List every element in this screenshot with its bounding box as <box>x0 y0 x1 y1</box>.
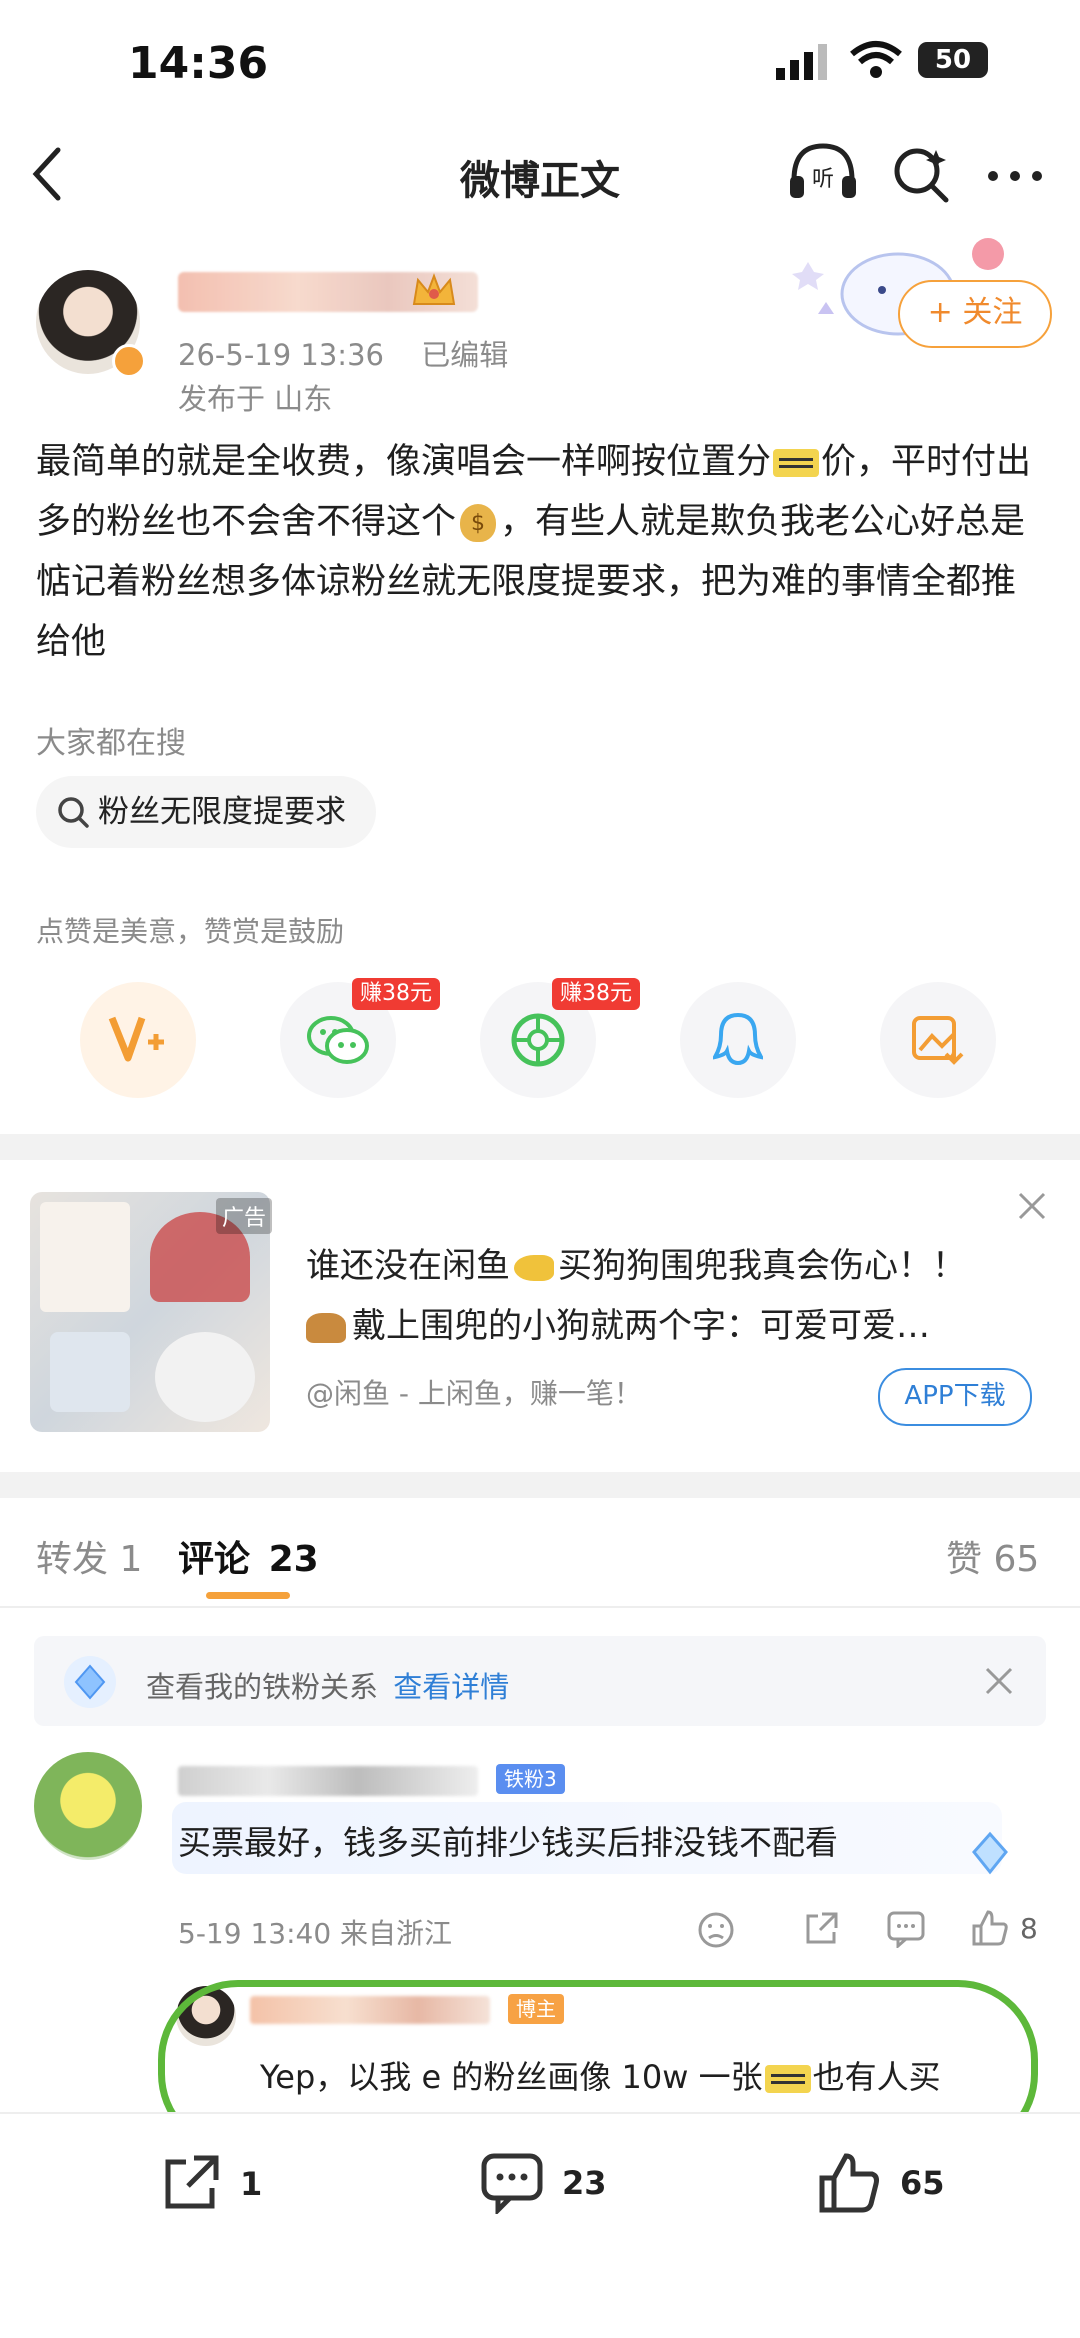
reward-label: 点赞是美意，赞赏是鼓励 <box>36 915 345 948</box>
fan-relation-text: 查看我的铁粉关系 查看详情 <box>146 1664 509 1706</box>
sparkle-diamond-icon <box>960 1828 1020 1882</box>
comment-icon <box>481 2153 543 2214</box>
trending-search-chip[interactable]: 粉丝无限度提要求 <box>36 776 376 848</box>
commenter-name-redacted[interactable] <box>178 1766 478 1796</box>
moments-icon <box>511 1013 565 1067</box>
comment-share-icon[interactable] <box>802 1910 840 1952</box>
money-bag-emoji-icon: $ <box>460 504 497 542</box>
fish-emoji-icon <box>514 1254 554 1281</box>
ad-headline-2-text: 戴上围兜的小狗就两个字：可爱可爱… <box>352 1306 930 1346</box>
post-location: 发布于 山东 <box>178 382 333 416</box>
listen-button[interactable]: 听 <box>786 140 860 208</box>
ad-headline-2[interactable]: 戴上围兜的小狗就两个字：可爱可爱… <box>306 1298 930 1347</box>
fan-relation-link[interactable]: 查看详情 <box>393 1670 509 1704</box>
commenter-avatar[interactable] <box>34 1752 142 1860</box>
tab-comments[interactable]: 评论 23 <box>178 1530 319 1582</box>
trending-label: 大家都在搜 <box>36 726 186 761</box>
comment-text: 买票最好，钱多买前排少钱买后排没钱不配看 <box>178 1823 838 1862</box>
image-download-icon <box>912 1016 964 1065</box>
tab-comments-count: 23 <box>268 1539 319 1580</box>
wifi-icon <box>850 40 902 84</box>
bottom-action-bar <box>0 2112 1080 2338</box>
tabs-divider <box>0 1606 1080 1608</box>
dog-emoji-icon <box>306 1312 346 1343</box>
fan-relation-label: 查看我的铁粉关系 <box>146 1670 379 1704</box>
ad-headline-1b: 买狗狗围兜我真会伤心！！ <box>558 1246 966 1286</box>
post-meta: 26-5-19 13:36 已编辑 <box>178 332 508 374</box>
wechat-icon <box>307 1016 369 1064</box>
bottom-repost-button[interactable]: 1 <box>158 2152 262 2216</box>
search-icon[interactable] <box>892 146 950 208</box>
vplus-icon <box>108 1016 164 1062</box>
qq-icon <box>713 1012 763 1066</box>
tab-repost[interactable]: 转发 1 <box>36 1530 142 1582</box>
trending-chip-label: 粉丝无限度提要求 <box>98 794 346 830</box>
earn-badge-wechat: 赚38元 <box>352 978 440 1010</box>
bottom-like-button[interactable]: 65 <box>816 2150 945 2216</box>
fan-bar-close-icon[interactable] <box>984 1666 1014 1700</box>
diamond-icon <box>60 1652 120 1716</box>
save-image-button[interactable] <box>880 982 996 1098</box>
bottom-like-count: 65 <box>900 2164 945 2202</box>
tab-comments-label: 评论 <box>178 1539 251 1580</box>
battery-level: 50 <box>934 45 972 75</box>
ad-source: @闲鱼 - 上闲鱼，赚一笔！ <box>306 1377 642 1410</box>
edited-label: 已编辑 <box>421 338 509 372</box>
more-icon[interactable] <box>986 168 1044 187</box>
tab-indicator <box>206 1592 290 1599</box>
search-icon <box>58 797 89 828</box>
crown-icon <box>410 272 458 316</box>
bottom-comment-count: 23 <box>562 2164 607 2202</box>
share-icon <box>165 2155 219 2209</box>
tab-likes[interactable]: 赞 65 <box>946 1530 1039 1582</box>
post-timestamp: 26-5-19 13:36 <box>178 338 384 372</box>
reward-button[interactable] <box>80 982 196 1098</box>
ad-close-icon[interactable] <box>1016 1190 1048 1226</box>
app-download-button[interactable]: APP下载 <box>878 1368 1032 1426</box>
bottom-comment-button[interactable]: 23 <box>480 2152 607 2214</box>
post-body: 最简单的就是全收费，像演唱会一样啊按位置分 价，平时付出多的粉丝也不会舍不得这个 $… <box>36 432 1046 672</box>
battery-icon: 50 <box>918 42 988 78</box>
share-qq-button[interactable] <box>680 982 796 1098</box>
comment-like-button[interactable]: 8 <box>970 1908 1038 1948</box>
earn-badge-moments: 赚38元 <box>552 978 640 1010</box>
section-divider <box>0 1472 1080 1498</box>
ticket-emoji-icon <box>773 449 820 477</box>
ad-tag: 广告 <box>216 1198 273 1234</box>
bottom-repost-count: 1 <box>240 2165 263 2203</box>
svg-text:听: 听 <box>812 167 834 192</box>
post-text-1: 最简单的就是全收费，像演唱会一样啊按位置分 <box>36 442 772 482</box>
comment-reply-icon[interactable] <box>886 1910 926 1952</box>
status-time: 14:36 <box>128 38 269 89</box>
comment-like-count: 8 <box>1020 1911 1038 1945</box>
ad-headline-1a: 谁还没在闲鱼 <box>306 1246 510 1286</box>
follow-button[interactable]: + 关注 <box>898 280 1052 348</box>
emoji-react-icon[interactable] <box>696 1910 736 1954</box>
verified-badge <box>112 344 146 378</box>
ad-headline-1[interactable]: 谁还没在闲鱼 买狗狗围兜我真会伤心！！ <box>306 1238 966 1287</box>
thumbs-up-icon <box>972 1910 1008 1946</box>
signal-icon <box>776 44 836 84</box>
comment-meta: 5-19 13:40 来自浙江 <box>178 1917 453 1950</box>
section-divider <box>0 1134 1080 1160</box>
iron-fan-badge: 铁粉3 <box>496 1764 565 1794</box>
thumbs-up-icon <box>819 2153 879 2213</box>
